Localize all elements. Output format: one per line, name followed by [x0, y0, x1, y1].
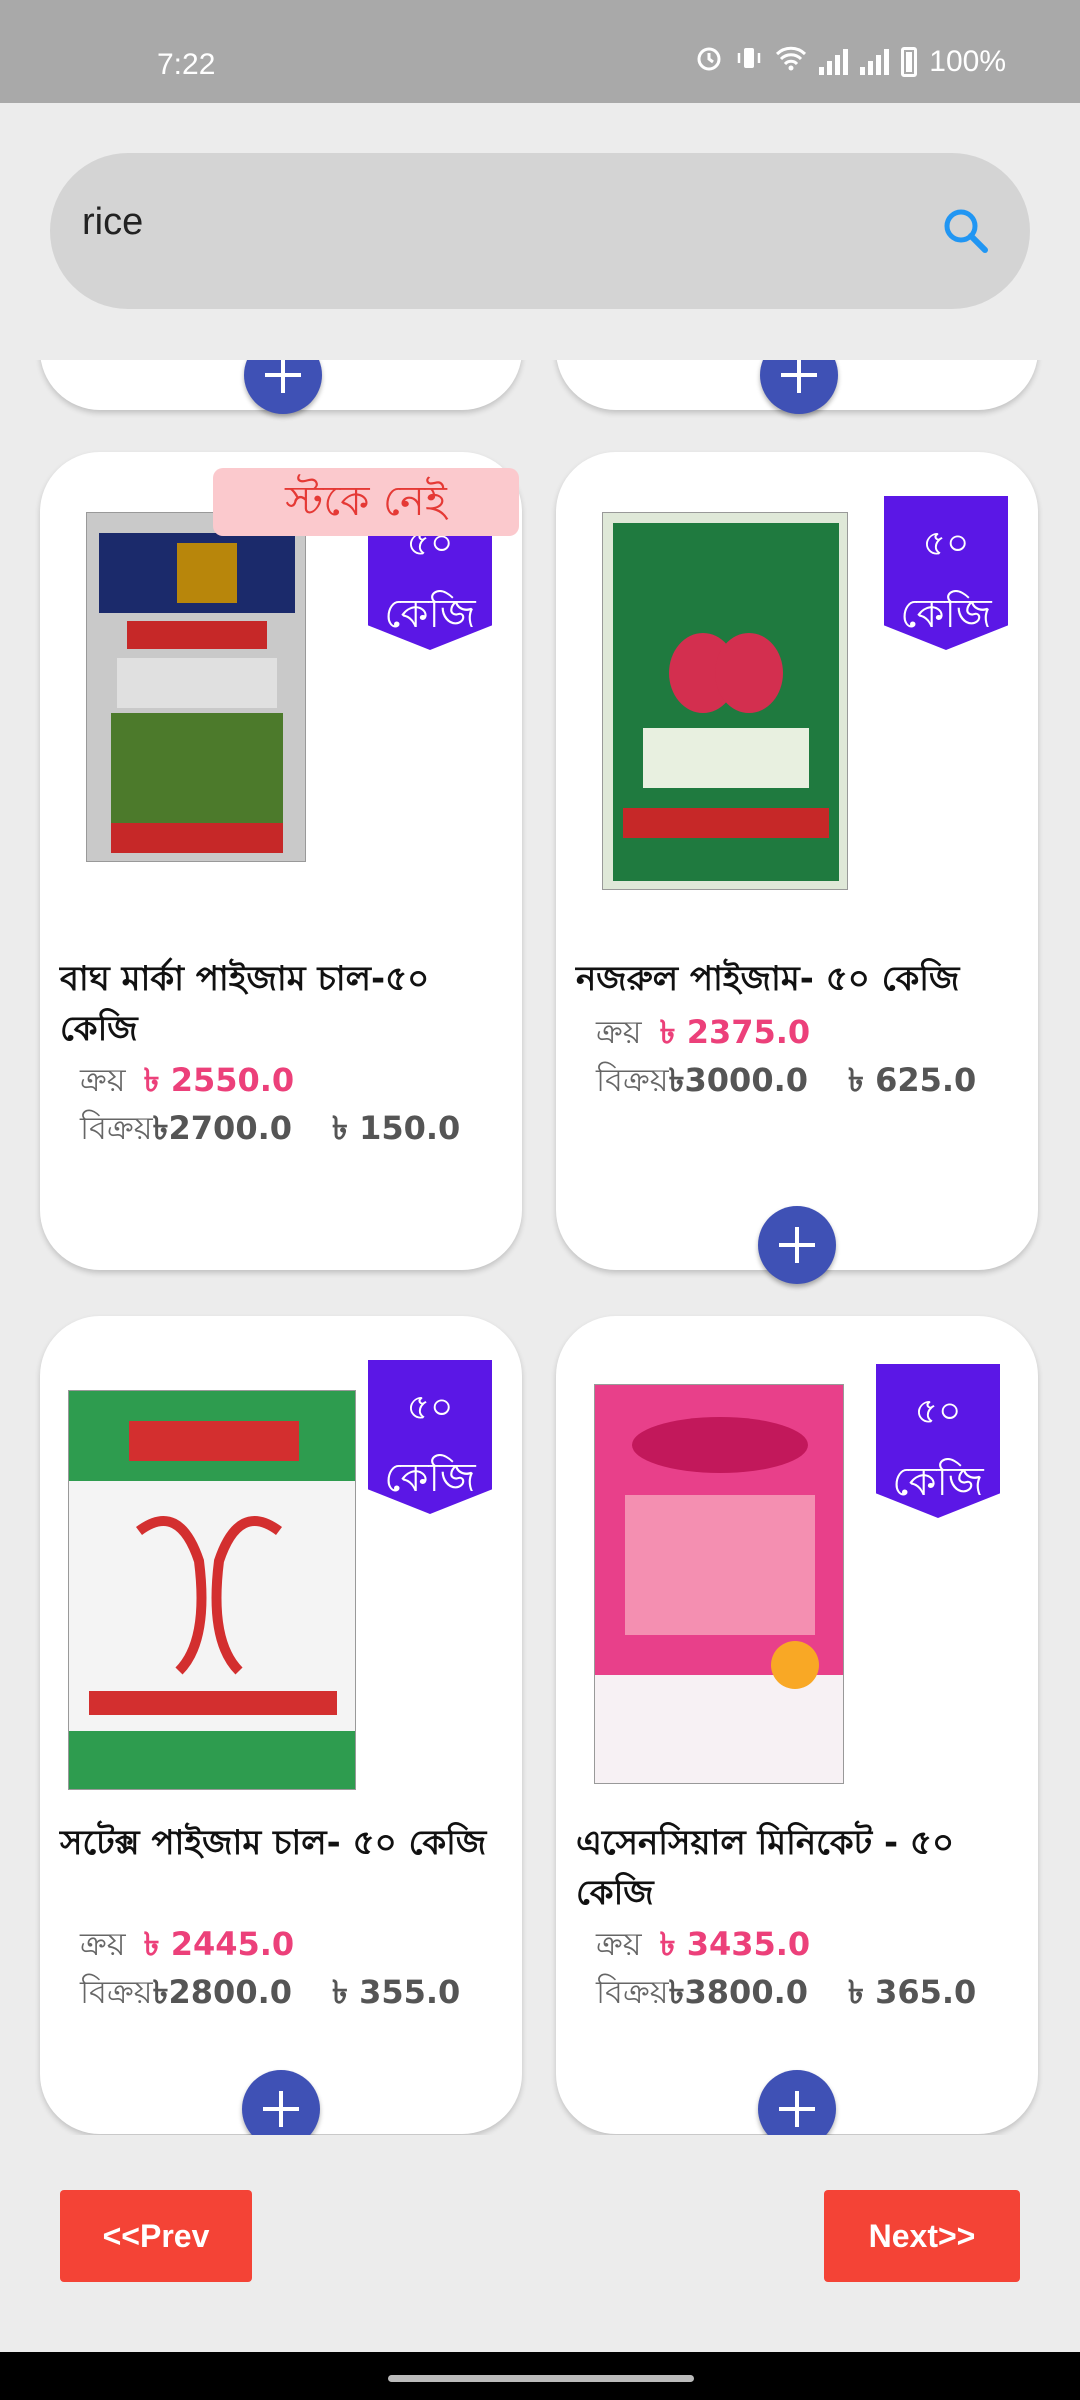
weight-unit: কেজি [384, 591, 476, 637]
product-image [594, 1384, 844, 1784]
sell-price: ৳3000.0 [668, 1061, 809, 1099]
profit-value: ৳ 625.0 [848, 1061, 977, 1099]
product-list[interactable]: ৫০ কেজি স্টকে নেই বাঘ মার্কা পাইজাম চাল-… [0, 360, 1080, 2135]
weight-badge: ৫০ কেজি [884, 496, 1008, 650]
weight-number: ৫০ [922, 523, 970, 564]
prev-button[interactable]: <<Prev [60, 2190, 252, 2282]
buy-price-row: ক্রয় ৳ 3435.0 [596, 1924, 810, 1964]
weight-badge: ৫০ কেজি [368, 1360, 492, 1514]
buy-price-row: ক্রয় ৳ 2375.0 [596, 1012, 810, 1052]
product-card[interactable]: ৫০ কেজি এসেনসিয়াল মিনিকেট - ৫০ কেজি ক্র… [556, 1316, 1038, 2135]
product-card[interactable]: ৫০ কেজি স্টকে নেই বাঘ মার্কা পাইজাম চাল-… [40, 452, 522, 1270]
sell-label: বিক্রয় [596, 1973, 669, 2011]
sell-price-row: বিক্রয়৳3000.0 ৳ 625.0 [596, 1060, 976, 1100]
weight-unit: কেজি [900, 591, 992, 637]
add-button[interactable] [760, 360, 838, 414]
search-input[interactable]: rice [82, 201, 143, 244]
battery-percent: 100% [929, 45, 1006, 78]
add-button[interactable] [758, 2070, 836, 2135]
vibrate-icon [735, 44, 763, 80]
weight-number: ৫০ [406, 1387, 454, 1428]
product-image [86, 512, 306, 862]
product-name: সটেক্স পাইজাম চাল- ৫০ কেজি [60, 1823, 487, 1863]
buy-label: ক্রয় [80, 1925, 126, 1963]
sell-label: বিক্রয় [80, 1109, 153, 1147]
sell-price-row: বিক্রয়৳2700.0 ৳ 150.0 [80, 1108, 460, 1148]
buy-price-row: ক্রয় ৳ 2445.0 [80, 1924, 294, 1964]
add-button[interactable] [242, 2070, 320, 2135]
product-card[interactable]: ৫০ কেজি নজরুল পাইজাম- ৫০ কেজি ক্রয় ৳ 237… [556, 452, 1038, 1284]
alarm-icon [695, 44, 723, 80]
product-name: বাঘ মার্কা পাইজাম চাল-৫০ কেজি [60, 959, 430, 1049]
signal-icon-2 [860, 49, 890, 75]
buy-price: ৳ 2550.0 [143, 1061, 295, 1099]
buy-label: ক্রয় [80, 1061, 126, 1099]
profit-value: ৳ 150.0 [332, 1109, 461, 1147]
home-indicator[interactable] [388, 2375, 694, 2382]
product-card[interactable]: ৫০ কেজি সটেক্স পাইজাম চাল- ৫০ কেজি ক্রয়… [40, 1316, 522, 2135]
product-image [68, 1390, 356, 1790]
buy-price: ৳ 3435.0 [659, 1925, 811, 1963]
sell-price: ৳2800.0 [152, 1973, 293, 2011]
weight-unit: কেজি [384, 1455, 476, 1501]
buy-price-row: ক্রয় ৳ 2550.0 [80, 1060, 294, 1100]
product-card-partial[interactable] [556, 360, 1038, 414]
sell-label: বিক্রয় [80, 1973, 153, 2011]
weight-number: ৫০ [914, 1391, 962, 1432]
status-icons: 100% [695, 44, 1006, 80]
sell-price-row: বিক্রয়৳2800.0 ৳ 355.0 [80, 1972, 460, 2012]
status-bar: 7:22 100% [0, 0, 1080, 103]
search-bar[interactable]: rice [50, 153, 1030, 309]
add-button[interactable] [244, 360, 322, 414]
buy-price: ৳ 2375.0 [659, 1013, 811, 1051]
signal-icon [819, 49, 849, 75]
product-name: এসেনসিয়াল মিনিকেট - ৫০ কেজি [576, 1823, 955, 1913]
product-name: নজরুল পাইজাম- ৫০ কেজি [576, 959, 960, 999]
profit-value: ৳ 365.0 [848, 1973, 977, 2011]
sell-label: বিক্রয় [596, 1061, 669, 1099]
sell-price-row: বিক্রয়৳3800.0 ৳ 365.0 [596, 1972, 976, 2012]
status-time: 7:22 [157, 48, 216, 81]
product-image [602, 512, 848, 890]
next-button[interactable]: Next>> [824, 2190, 1020, 2282]
weight-unit: কেজি [892, 1459, 984, 1505]
profit-value: ৳ 355.0 [332, 1973, 461, 2011]
wifi-icon [775, 44, 807, 80]
buy-price: ৳ 2445.0 [143, 1925, 295, 1963]
buy-label: ক্রয় [596, 1925, 642, 1963]
sell-price: ৳3800.0 [668, 1973, 809, 2011]
battery-icon [901, 47, 918, 77]
buy-label: ক্রয় [596, 1013, 642, 1051]
sell-price: ৳2700.0 [152, 1109, 293, 1147]
add-button[interactable] [758, 1206, 836, 1284]
out-of-stock-tag: স্টকে নেই [213, 468, 519, 536]
product-card-partial[interactable] [40, 360, 522, 414]
weight-badge: ৫০ কেজি [876, 1364, 1000, 1518]
search-icon[interactable] [938, 203, 994, 259]
